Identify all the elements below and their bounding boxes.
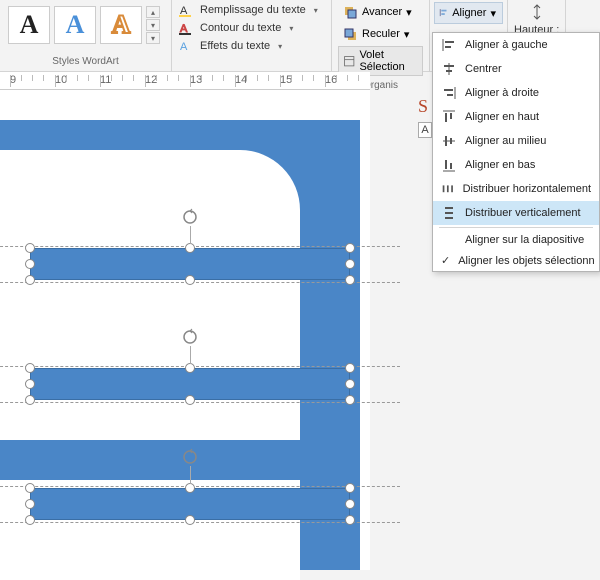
selection-handle[interactable] [185,275,195,285]
text-outline-label: Contour du texte [200,22,281,34]
selection-handle[interactable] [25,275,35,285]
selection-handle[interactable] [345,379,355,389]
selection-handle[interactable] [25,395,35,405]
selection-handle[interactable] [25,379,35,389]
align-left-icon [441,37,457,53]
guide-line [0,282,400,283]
align-center-item[interactable]: Centrer [433,57,599,81]
align-right-item[interactable]: Aligner à droite [433,81,599,105]
align-bottom-icon [441,157,457,173]
distribute-h-item[interactable]: Distribuer horizontalement [433,177,599,201]
height-icon [529,4,545,20]
distribute-v-item[interactable]: Distribuer verticalement [433,201,599,225]
selection-handle[interactable] [25,483,35,493]
horizontal-ruler[interactable]: 910111213141516 [0,72,370,90]
selection-handle[interactable] [185,515,195,525]
svg-text:A: A [180,41,188,53]
selection-handle[interactable] [345,275,355,285]
side-font-box[interactable]: A [418,122,432,138]
align-top-item[interactable]: Aligner en haut [433,105,599,129]
align-middle-icon [441,133,457,149]
wordart-group: A A A ▴▾▾ Styles WordArt [0,0,172,71]
distribute-h-icon [441,181,455,197]
selection-handle[interactable] [345,483,355,493]
guide-line [0,486,400,487]
selection-pane-label: Volet Sélection [359,49,416,73]
align-bottom-item[interactable]: Aligner en bas [433,153,599,177]
text-fill-icon: A [178,2,194,18]
backward-icon [342,26,358,42]
distribute-v-icon [441,205,457,221]
selection-handle[interactable] [345,499,355,509]
selection-handle[interactable] [25,259,35,269]
guide-line [0,522,400,523]
wordart-more[interactable]: ▴▾▾ [146,6,160,44]
send-backward-button[interactable]: Reculer▾ [338,24,423,44]
text-effects-button[interactable]: A Effets du texte▾ [178,38,325,54]
selection-handle[interactable] [25,515,35,525]
text-style-group: A Remplissage du texte▾ A Contour du tex… [172,0,332,71]
side-title-fragment: S [418,96,428,117]
guide-line [0,402,400,403]
align-selected-item[interactable]: ✓Aligner les objets sélectionn [433,250,599,271]
forward-icon [342,4,358,20]
rotate-handle[interactable] [181,448,199,466]
selection-handle[interactable] [345,259,355,269]
bring-forward-button[interactable]: Avancer▾ [338,2,423,22]
forward-label: Avancer [362,6,402,18]
text-outline-button[interactable]: A Contour du texte▾ [178,20,325,36]
selection-handle[interactable] [185,483,195,493]
check-icon: ✓ [441,254,450,267]
align-middle-item[interactable]: Aligner au milieu [433,129,599,153]
guide-line [0,246,400,247]
selection-handle[interactable] [185,243,195,253]
text-fill-label: Remplissage du texte [200,4,306,16]
slide-canvas[interactable] [0,90,370,570]
text-fill-button[interactable]: A Remplissage du texte▾ [178,2,325,18]
wordart-group-label: Styles WordArt [4,54,167,69]
rotate-handle[interactable] [181,328,199,346]
selection-handle[interactable] [345,243,355,253]
align-button[interactable]: Aligner▾ [434,2,503,24]
selection-handle[interactable] [25,363,35,373]
rotate-handle[interactable] [181,208,199,226]
align-dropdown: Aligner à gauche Centrer Aligner à droit… [432,32,600,272]
align-label: Aligner [452,7,486,19]
align-center-icon [441,61,457,77]
selection-handle[interactable] [25,499,35,509]
selection-handle[interactable] [185,395,195,405]
selection-handle[interactable] [345,515,355,525]
wordart-style-2[interactable]: A [54,6,96,44]
backward-label: Reculer [362,28,400,40]
align-top-icon [441,109,457,125]
text-effects-icon: A [178,38,194,54]
wordart-gallery[interactable]: A A A ▴▾▾ [4,2,167,48]
arrange-group: Avancer▾ Reculer▾ Volet Sélection Organi… [332,0,430,71]
align-slide-item[interactable]: Aligner sur la diapositive [433,230,599,250]
selection-handle[interactable] [185,363,195,373]
selection-pane-icon [343,53,355,69]
align-left-item[interactable]: Aligner à gauche [433,33,599,57]
selection-handle[interactable] [345,363,355,373]
align-right-icon [441,85,457,101]
text-effects-label: Effets du texte [200,40,270,52]
wordart-style-3[interactable]: A [100,6,142,44]
selection-handle[interactable] [345,395,355,405]
white-cutout-2 [0,260,300,440]
guide-line [0,366,400,367]
wordart-style-1[interactable]: A [8,6,50,44]
text-outline-icon: A [178,20,194,36]
selection-handle[interactable] [25,243,35,253]
dropdown-separator [439,227,593,228]
align-icon [439,5,448,21]
